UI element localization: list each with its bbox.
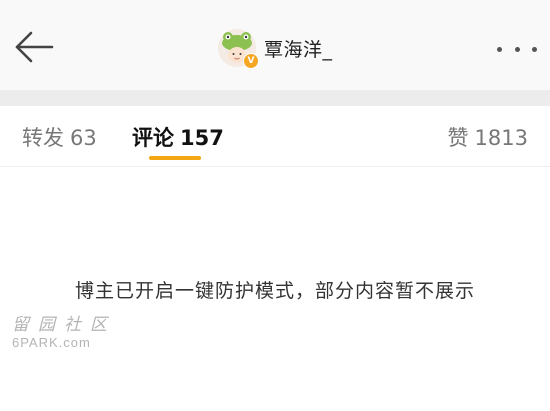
tab-comments-count: 157 [180,126,224,150]
user-profile-link[interactable]: V 覃海洋_ [218,28,333,69]
tab-comments[interactable]: 评论 157 [132,122,224,152]
tab-repost-label: 转发 [22,126,64,150]
tab-likes-label: 赞 [447,126,469,150]
more-dot [514,46,520,52]
avatar[interactable]: V [218,29,259,69]
tab-repost-count: 63 [70,126,97,150]
watermark-chars: 留园社区 [12,315,116,335]
more-dot [497,46,502,52]
watermark-site: 6PARK.com [12,335,91,350]
active-tab-indicator [149,156,201,160]
more-options-button[interactable] [497,42,537,56]
arrow-left-icon [15,31,54,63]
username[interactable]: 覃海洋_ [264,35,333,62]
more-dot [532,46,537,52]
top-nav-bar: V 覃海洋_ [0,0,550,90]
watermark: 留园社区 6PARK.com [12,310,116,350]
tab-bar: 转发 63 评论 157 赞 1813 [0,106,550,167]
tab-likes[interactable]: 赞 1813 [448,122,528,152]
section-divider [0,90,550,106]
tab-comments-label: 评论 [132,126,174,150]
tab-likes-count: 1813 [474,126,528,150]
tab-repost[interactable]: 转发 63 [22,122,97,152]
verified-badge-icon: V [243,53,259,69]
back-button[interactable] [14,30,54,64]
protection-mode-notice: 博主已开启一键防护模式，部分内容暂不展示 [74,280,475,302]
